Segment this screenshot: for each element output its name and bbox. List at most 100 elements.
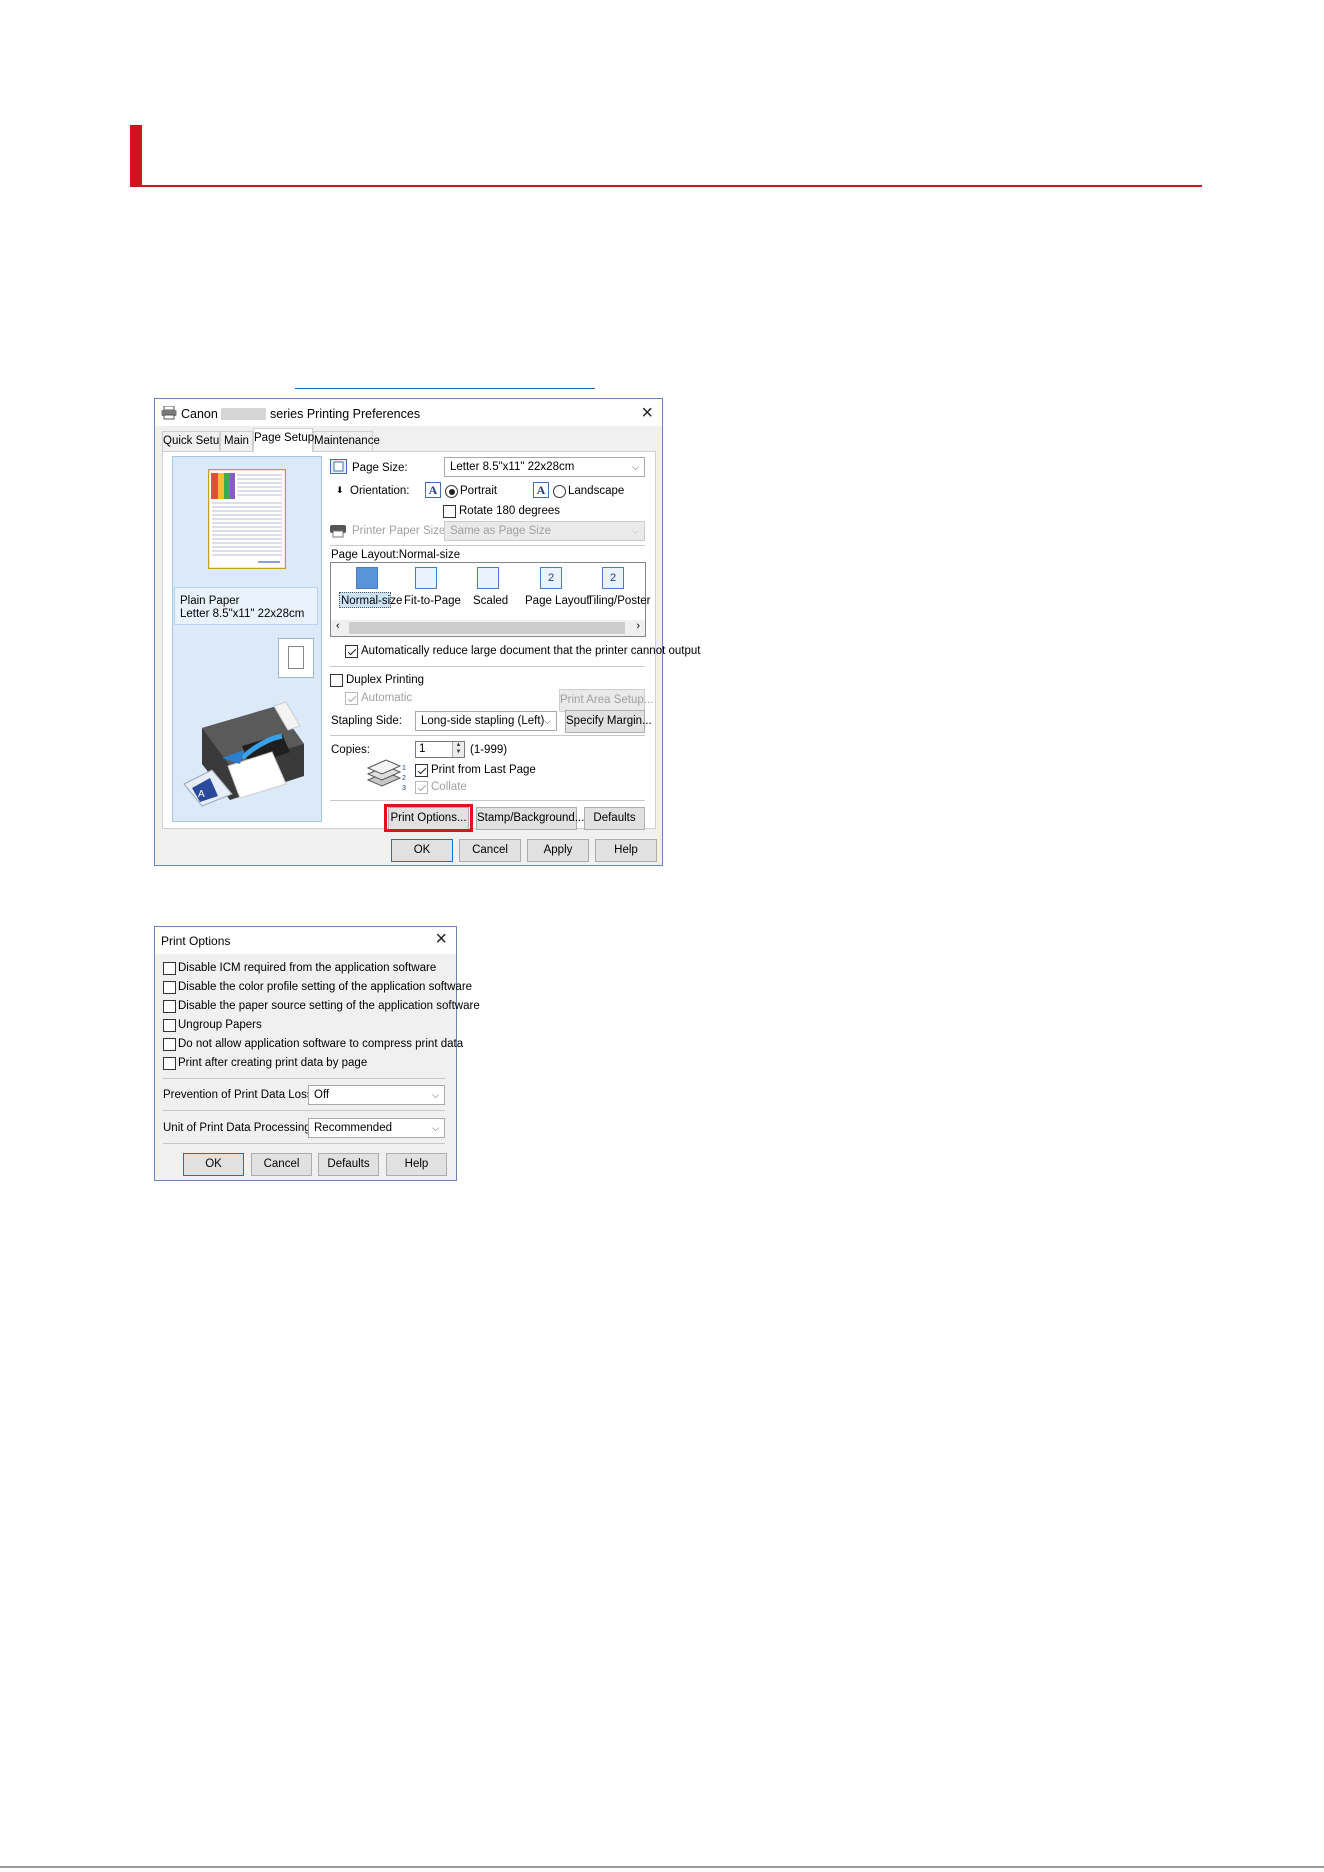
printer-paper-size-select[interactable]: Same as Page Size ⌵ xyxy=(444,521,645,541)
unit-processing-select[interactable]: Recommended ⌵ xyxy=(308,1118,445,1138)
tab-maintenance[interactable]: Maintenance xyxy=(313,431,380,451)
collate-checkbox[interactable] xyxy=(415,781,428,794)
layout-scrollbar[interactable]: ‹ › xyxy=(331,620,645,636)
separator xyxy=(330,545,645,546)
scrollbar-thumb[interactable] xyxy=(349,622,625,634)
tab-main[interactable]: Main xyxy=(220,431,253,451)
disable-color-profile-checkbox[interactable] xyxy=(163,981,176,994)
landscape-radio[interactable] xyxy=(553,485,566,498)
preview-paper-size: Letter 8.5"x11" 22x28cm xyxy=(180,608,305,620)
automatic-checkbox[interactable] xyxy=(345,692,358,705)
document-link-underline[interactable] xyxy=(295,373,595,389)
chevron-down-icon: ⌵ xyxy=(632,462,639,472)
print-options-title: Print Options xyxy=(161,934,231,948)
no-compress-checkbox[interactable] xyxy=(163,1038,176,1051)
layout-normal-size[interactable]: Normal-size xyxy=(341,595,402,607)
separator xyxy=(163,1078,445,1079)
unit-processing-value: Recommended xyxy=(314,1122,392,1134)
svg-text:A: A xyxy=(198,789,205,800)
layout-scaled[interactable]: Scaled xyxy=(473,595,508,607)
unit-processing-label: Unit of Print Data Processing: xyxy=(163,1122,314,1134)
svg-text:1: 1 xyxy=(402,765,406,772)
duplex-label: Duplex Printing xyxy=(346,674,424,686)
preview-media-type: Plain Paper xyxy=(180,595,240,607)
portrait-label: Portrait xyxy=(460,485,498,497)
cancel-button[interactable]: Cancel xyxy=(251,1153,312,1176)
copies-range: (1-999) xyxy=(470,744,508,756)
apply-button[interactable]: Apply xyxy=(527,839,589,862)
chevron-left-icon[interactable]: ‹ xyxy=(336,620,340,632)
svg-text:2: 2 xyxy=(402,775,406,782)
normal-size-icon[interactable] xyxy=(356,567,378,589)
landscape-label: Landscape xyxy=(568,485,625,497)
prevention-select[interactable]: Off ⌵ xyxy=(308,1085,445,1105)
heading-accent-bar xyxy=(130,125,142,185)
print-by-page-checkbox[interactable] xyxy=(163,1057,176,1070)
duplex-checkbox[interactable] xyxy=(330,674,343,687)
printer-paper-size-icon xyxy=(330,525,346,538)
down-arrow-icon: ⬇ xyxy=(336,485,344,495)
stapling-side-label: Stapling Side: xyxy=(331,715,402,727)
print-options-highlight xyxy=(384,804,473,832)
copies-label: Copies: xyxy=(331,744,370,756)
print-from-last-page-checkbox[interactable] xyxy=(415,764,428,777)
layout-tiling-poster[interactable]: Tiling/Poster xyxy=(587,595,651,607)
disable-icm-checkbox[interactable] xyxy=(163,962,176,975)
section-heading-rule xyxy=(130,125,1202,187)
stamp-background-button[interactable]: Stamp/Background... xyxy=(476,807,584,830)
ok-button[interactable]: OK xyxy=(183,1153,244,1176)
prevention-value: Off xyxy=(314,1089,330,1101)
page-size-select[interactable]: Letter 8.5"x11" 22x28cm ⌵ xyxy=(444,457,645,477)
chevron-right-icon[interactable]: › xyxy=(636,620,640,632)
orientation-a-icon: A xyxy=(425,482,441,498)
fit-to-page-icon[interactable] xyxy=(415,567,437,589)
stapling-side-select[interactable]: Long-side stapling (Left) ⌵ xyxy=(415,711,557,731)
chevron-down-icon: ⌵ xyxy=(544,716,551,726)
auto-reduce-checkbox[interactable] xyxy=(345,645,358,658)
close-icon[interactable]: × xyxy=(435,928,447,950)
paper-orientation-preview xyxy=(278,638,314,678)
orientation-a-icon: A xyxy=(533,482,549,498)
specify-margin-button[interactable]: Specify Margin... xyxy=(565,710,652,733)
portrait-radio[interactable] xyxy=(445,485,458,498)
disable-paper-source-label: Disable the paper source setting of the … xyxy=(178,1000,480,1012)
scaled-icon[interactable] xyxy=(477,567,499,589)
collate-label: Collate xyxy=(431,781,467,793)
ungroup-papers-checkbox[interactable] xyxy=(163,1019,176,1032)
separator xyxy=(330,735,645,736)
close-icon[interactable]: × xyxy=(641,402,653,424)
copies-value: 1 xyxy=(419,743,426,755)
collate-stack-icon: 1 2 3 xyxy=(366,759,406,792)
copies-stepper[interactable]: 1 ▲ ▼ xyxy=(415,741,465,758)
tab-page-setup[interactable]: Page Setup xyxy=(253,428,314,452)
chevron-down-icon: ⌵ xyxy=(632,526,639,536)
spin-arrows-icon[interactable]: ▲ ▼ xyxy=(452,742,464,757)
prefs-title-suffix: series Printing Preferences xyxy=(270,407,421,421)
page-preview-thumbnail xyxy=(208,469,286,569)
print-by-page-label: Print after creating print data by page xyxy=(178,1057,368,1069)
help-button[interactable]: Help xyxy=(386,1153,447,1176)
layout-fit-to-page[interactable]: Fit-to-Page xyxy=(404,595,461,607)
tiling-poster-icon[interactable]: 2 xyxy=(602,567,624,589)
printer-paper-size-value: Same as Page Size xyxy=(450,525,552,537)
defaults-button[interactable]: Defaults xyxy=(318,1153,379,1176)
orientation-label: Orientation: xyxy=(350,485,410,497)
page-size-value: Letter 8.5"x11" 22x28cm xyxy=(450,461,575,473)
print-area-setup-button[interactable]: Print Area Setup... xyxy=(559,689,653,712)
rotate-180-label: Rotate 180 degrees xyxy=(459,505,561,517)
page-layout-icon[interactable]: 2 xyxy=(540,567,562,589)
cancel-button[interactable]: Cancel xyxy=(459,839,521,862)
layout-page-layout[interactable]: Page Layout xyxy=(525,595,590,607)
prefs-title-bar: Canon series Printing Preferences × xyxy=(155,399,662,426)
separator xyxy=(163,1143,445,1144)
ok-button[interactable]: OK xyxy=(391,839,453,862)
defaults-button[interactable]: Defaults xyxy=(584,807,645,830)
rotate-180-checkbox[interactable] xyxy=(443,505,456,518)
printer-illustration: A xyxy=(183,701,304,807)
tab-quick-setup[interactable]: Quick Setup xyxy=(162,431,226,451)
ungroup-papers-label: Ungroup Papers xyxy=(178,1019,262,1031)
svg-text:3: 3 xyxy=(402,785,406,792)
help-button[interactable]: Help xyxy=(595,839,657,862)
disable-paper-source-checkbox[interactable] xyxy=(163,1000,176,1013)
print-from-last-page-label: Print from Last Page xyxy=(431,764,536,776)
